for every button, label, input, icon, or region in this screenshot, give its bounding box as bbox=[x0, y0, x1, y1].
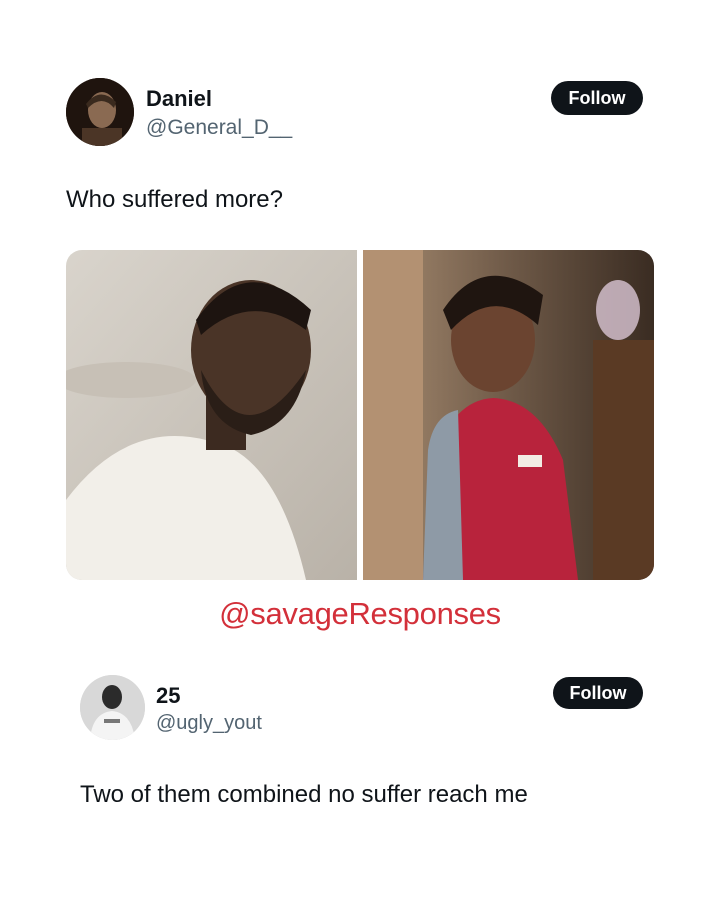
watermark: @savageResponses bbox=[219, 596, 501, 631]
tweet-text: Who suffered more? bbox=[66, 186, 283, 213]
left-photo bbox=[66, 250, 357, 580]
avatar-image bbox=[80, 675, 145, 740]
follow-button[interactable]: Follow bbox=[551, 81, 643, 115]
tweet-media[interactable] bbox=[66, 250, 654, 580]
reply-author-avatar[interactable] bbox=[80, 675, 145, 740]
author-avatar[interactable] bbox=[66, 78, 134, 146]
author-handle[interactable]: @General_D__ bbox=[146, 116, 292, 140]
reply-follow-button[interactable]: Follow bbox=[553, 677, 643, 709]
media-images bbox=[66, 250, 654, 580]
reply-author-name[interactable]: 25 bbox=[156, 683, 180, 709]
avatar-image bbox=[66, 78, 134, 146]
reply-text: Two of them combined no suffer reach me bbox=[80, 781, 528, 808]
reply-author-handle[interactable]: @ugly_yout bbox=[156, 712, 262, 735]
right-photo bbox=[363, 250, 654, 580]
author-name[interactable]: Daniel bbox=[146, 86, 212, 112]
